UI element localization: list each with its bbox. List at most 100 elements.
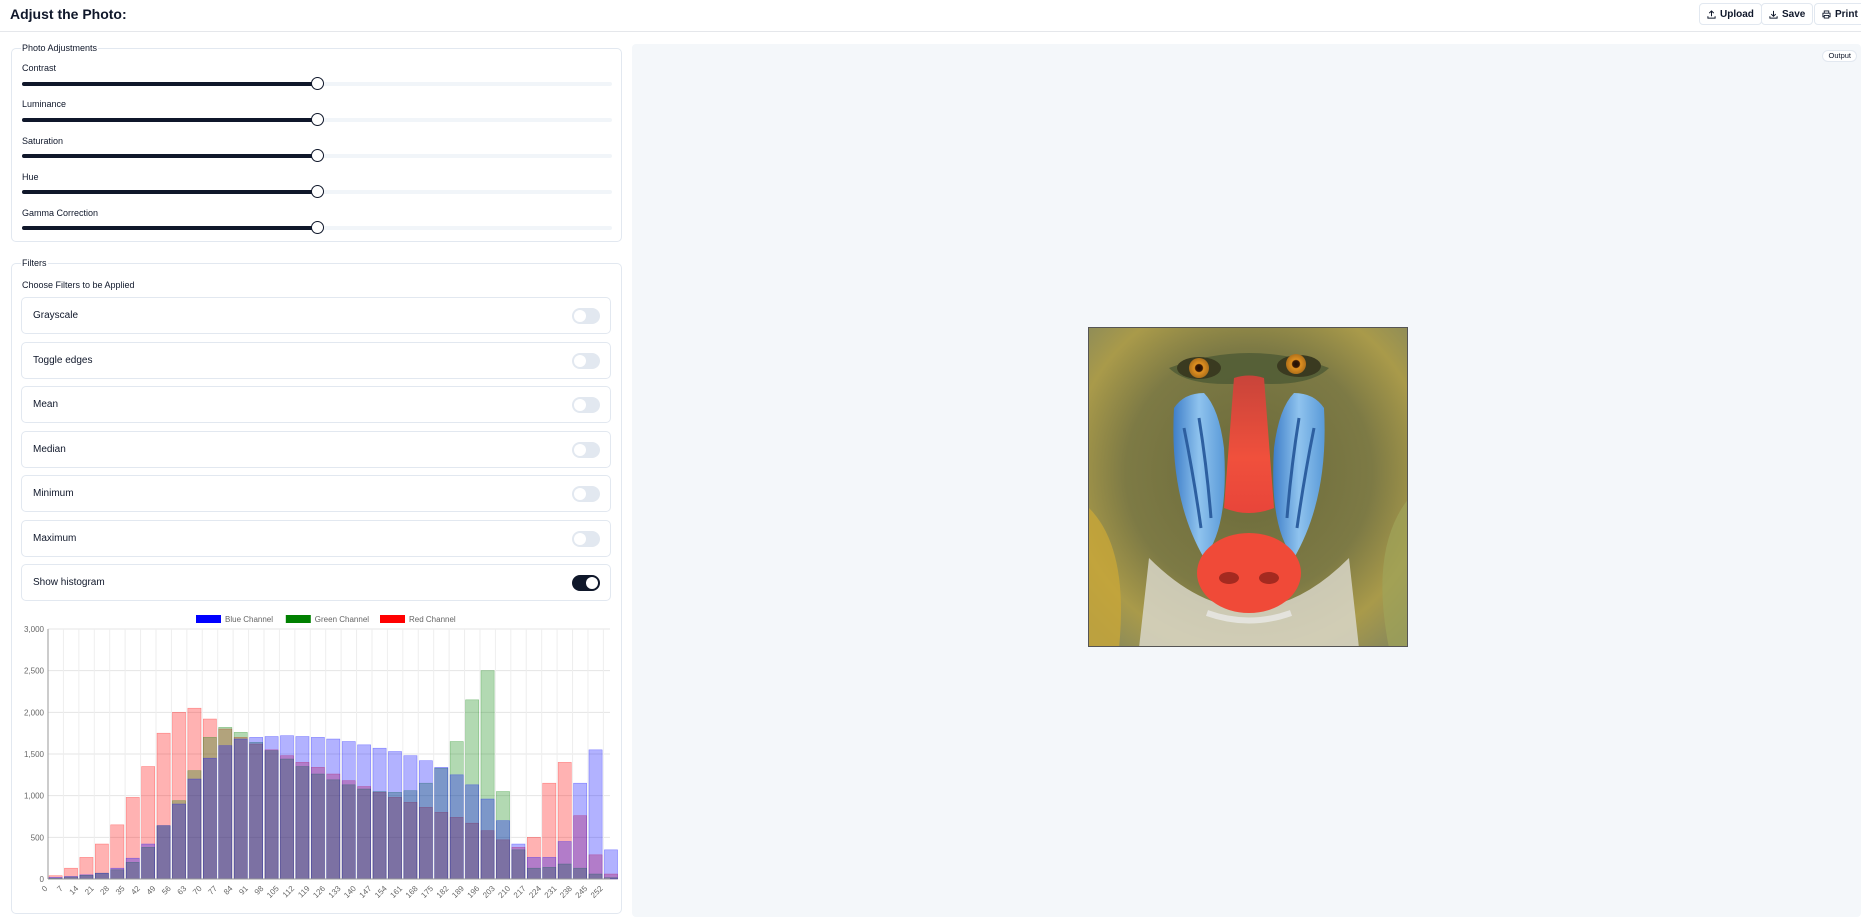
histogram-bar-blue-channel bbox=[511, 843, 526, 880]
histogram-bar-blue-channel bbox=[496, 820, 510, 880]
histogram-bar-blue-channel bbox=[357, 744, 371, 880]
x-tick-label: 91 bbox=[237, 884, 250, 897]
contrast-label: Contrast bbox=[22, 63, 57, 73]
histogram-bar-blue-channel bbox=[110, 867, 125, 880]
y-tick-label: 2,000 bbox=[24, 708, 45, 717]
y-tick-label: 2,500 bbox=[24, 667, 45, 676]
upload-icon bbox=[1707, 9, 1716, 19]
x-tick-label: 252 bbox=[589, 884, 605, 900]
gamma-correction-slider-fill bbox=[22, 226, 317, 230]
histogram-bar-blue-channel bbox=[573, 782, 587, 880]
x-tick-label: 182 bbox=[435, 884, 451, 900]
saturation-slider[interactable] bbox=[22, 149, 612, 162]
histogram-bar-blue-channel bbox=[388, 751, 402, 880]
upload-label: Upload bbox=[1720, 8, 1754, 20]
x-tick-label: 161 bbox=[388, 884, 404, 900]
histogram-bar-blue-channel bbox=[264, 736, 279, 880]
histogram-bar-blue-channel bbox=[295, 736, 310, 880]
x-tick-label: 49 bbox=[145, 884, 158, 897]
printer-icon bbox=[1822, 9, 1831, 19]
saturation-label: Saturation bbox=[22, 136, 64, 146]
hue-slider[interactable] bbox=[22, 185, 612, 198]
x-tick-label: 245 bbox=[574, 884, 590, 900]
x-tick-label: 119 bbox=[296, 884, 312, 900]
histogram-bar-blue-channel bbox=[372, 747, 387, 880]
x-tick-label: 224 bbox=[527, 884, 543, 900]
histogram-bar-blue-channel bbox=[434, 767, 449, 880]
histogram-bar-blue-channel bbox=[341, 741, 356, 880]
x-tick-label: 112 bbox=[281, 884, 297, 900]
histogram-bar-blue-channel bbox=[95, 872, 109, 880]
histogram-bar-blue-channel bbox=[233, 738, 248, 880]
histogram-bar-blue-channel bbox=[141, 843, 156, 880]
x-tick-label: 203 bbox=[481, 884, 497, 900]
x-tick-label: 168 bbox=[404, 884, 420, 900]
histogram-bar-blue-channel bbox=[480, 798, 495, 880]
output-badge: Output bbox=[1822, 50, 1857, 62]
x-tick-label: 147 bbox=[358, 884, 374, 900]
x-tick-label: 14 bbox=[68, 884, 81, 897]
histogram-bar-blue-channel bbox=[527, 857, 541, 880]
x-tick-label: 35 bbox=[114, 884, 127, 897]
save-button[interactable]: Save bbox=[1761, 3, 1814, 25]
legend-swatch bbox=[285, 615, 311, 623]
contrast-slider-thumb[interactable] bbox=[311, 77, 324, 90]
y-tick-label: 1,500 bbox=[24, 750, 45, 759]
photo-adjustments-panel: Photo Adjustments Contrast Luminance Sat… bbox=[11, 43, 622, 242]
upload-button[interactable]: Upload bbox=[1699, 3, 1762, 25]
x-tick-label: 189 bbox=[450, 884, 466, 900]
mandrill-photo-image bbox=[1089, 328, 1407, 646]
histogram-bar-blue-channel bbox=[557, 841, 572, 880]
page-title: Adjust the Photo: bbox=[10, 6, 127, 22]
contrast-slider-fill bbox=[22, 82, 317, 86]
print-button[interactable]: Print bbox=[1814, 3, 1861, 25]
x-tick-label: 238 bbox=[558, 884, 574, 900]
app-header: Adjust the Photo: Upload Save Print bbox=[0, 0, 1861, 32]
hue-slider-thumb[interactable] bbox=[311, 185, 324, 198]
legend-label: Green Channel bbox=[315, 615, 369, 624]
x-tick-label: 70 bbox=[191, 884, 204, 897]
legend-swatch bbox=[380, 615, 405, 623]
luminance-slider[interactable] bbox=[22, 113, 612, 126]
gamma-correction-slider[interactable] bbox=[22, 221, 612, 234]
x-tick-label: 210 bbox=[496, 884, 512, 900]
x-tick-label: 140 bbox=[342, 884, 358, 900]
x-tick-label: 84 bbox=[222, 884, 235, 897]
histogram-bar-blue-channel bbox=[403, 755, 418, 880]
histogram-chart: 05001,0001,5002,0002,5003,0000 7 14 21 28 35 4… bbox=[24, 615, 618, 900]
x-tick-label: 154 bbox=[373, 884, 389, 900]
histogram-bar-blue-channel bbox=[604, 849, 618, 880]
x-tick-label: 196 bbox=[466, 884, 482, 900]
histogram-bar-blue-channel bbox=[187, 778, 202, 880]
x-tick-label: 63 bbox=[176, 884, 189, 897]
legend-label: Blue Channel bbox=[225, 615, 273, 624]
filters-panel: Filters Choose Filters to be Applied Gra… bbox=[11, 258, 622, 914]
saturation-slider-fill bbox=[22, 154, 317, 158]
y-tick-label: 500 bbox=[31, 833, 45, 842]
histogram-bar-blue-channel bbox=[542, 857, 557, 880]
contrast-slider[interactable] bbox=[22, 77, 612, 90]
saturation-slider-thumb[interactable] bbox=[311, 149, 324, 162]
luminance-label: Luminance bbox=[22, 99, 67, 109]
legend-label: Red Channel bbox=[409, 615, 456, 624]
gamma-correction-label: Gamma Correction bbox=[22, 208, 99, 218]
x-tick-label: 98 bbox=[253, 884, 266, 897]
photo-adjustments-legend: Photo Adjustments bbox=[21, 43, 99, 53]
x-tick-label: 175 bbox=[419, 884, 435, 900]
x-tick-label: 77 bbox=[206, 884, 219, 897]
histogram-bar-blue-channel bbox=[203, 757, 217, 880]
histogram-bar-blue-channel bbox=[218, 745, 233, 880]
print-label: Print bbox=[1835, 8, 1858, 20]
luminance-slider-thumb[interactable] bbox=[311, 113, 324, 126]
x-tick-label: 231 bbox=[543, 884, 559, 900]
histogram-bar-blue-channel bbox=[449, 774, 464, 880]
x-tick-label: 105 bbox=[265, 884, 281, 900]
histogram-bar-blue-channel bbox=[280, 735, 294, 880]
output-photo bbox=[1088, 327, 1408, 647]
download-icon bbox=[1769, 10, 1778, 19]
hue-slider-fill bbox=[22, 190, 317, 194]
legend-swatch bbox=[196, 615, 221, 623]
gamma-correction-slider-thumb[interactable] bbox=[311, 221, 324, 234]
histogram-bar-blue-channel bbox=[465, 784, 479, 880]
x-tick-label: 217 bbox=[512, 884, 528, 900]
